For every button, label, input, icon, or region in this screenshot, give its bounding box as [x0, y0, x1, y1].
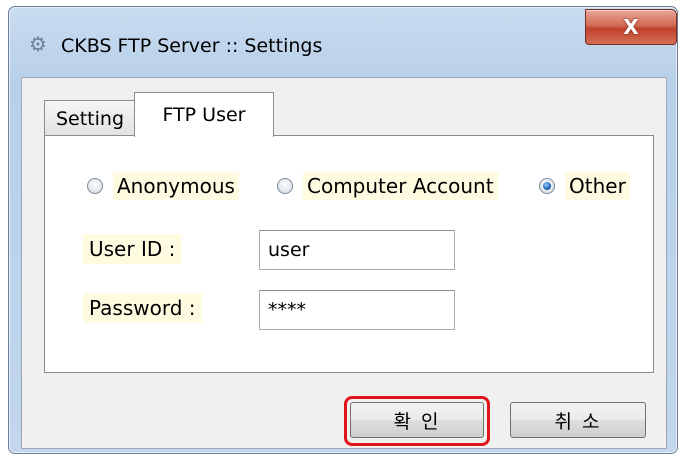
radio-label: Computer Account: [303, 172, 498, 200]
ftp-user-panel: Anonymous Computer Account Other User ID…: [44, 135, 654, 373]
cancel-button[interactable]: 취 소: [510, 402, 646, 438]
close-button[interactable]: X: [585, 9, 677, 45]
password-label: Password :: [83, 293, 202, 323]
gear-icon: ⚙: [29, 32, 47, 56]
radio-button[interactable]: [87, 178, 103, 194]
user-id-input[interactable]: [259, 230, 455, 270]
ok-button-highlight: [344, 396, 490, 446]
title-bar[interactable]: ⚙ CKBS FTP Server :: Settings X: [9, 7, 677, 75]
close-icon: X: [623, 15, 639, 39]
window-title: CKBS FTP Server :: Settings: [61, 35, 323, 57]
radio-label: Anonymous: [113, 172, 239, 200]
dialog-body: Setting FTP User Anonymous Computer Acco…: [21, 77, 667, 449]
tab-setting[interactable]: Setting: [44, 100, 136, 136]
settings-window: ⚙ CKBS FTP Server :: Settings X Setting …: [8, 6, 678, 454]
radio-label: Other: [565, 172, 630, 200]
password-input[interactable]: [259, 290, 455, 330]
user-id-label: User ID :: [83, 234, 182, 264]
radio-other[interactable]: Other: [539, 172, 630, 200]
radio-anonymous[interactable]: Anonymous: [87, 172, 239, 200]
radio-button[interactable]: [277, 178, 293, 194]
tab-ftp-user[interactable]: FTP User: [134, 92, 274, 137]
radio-button[interactable]: [539, 178, 555, 194]
radio-computer-account[interactable]: Computer Account: [277, 172, 498, 200]
